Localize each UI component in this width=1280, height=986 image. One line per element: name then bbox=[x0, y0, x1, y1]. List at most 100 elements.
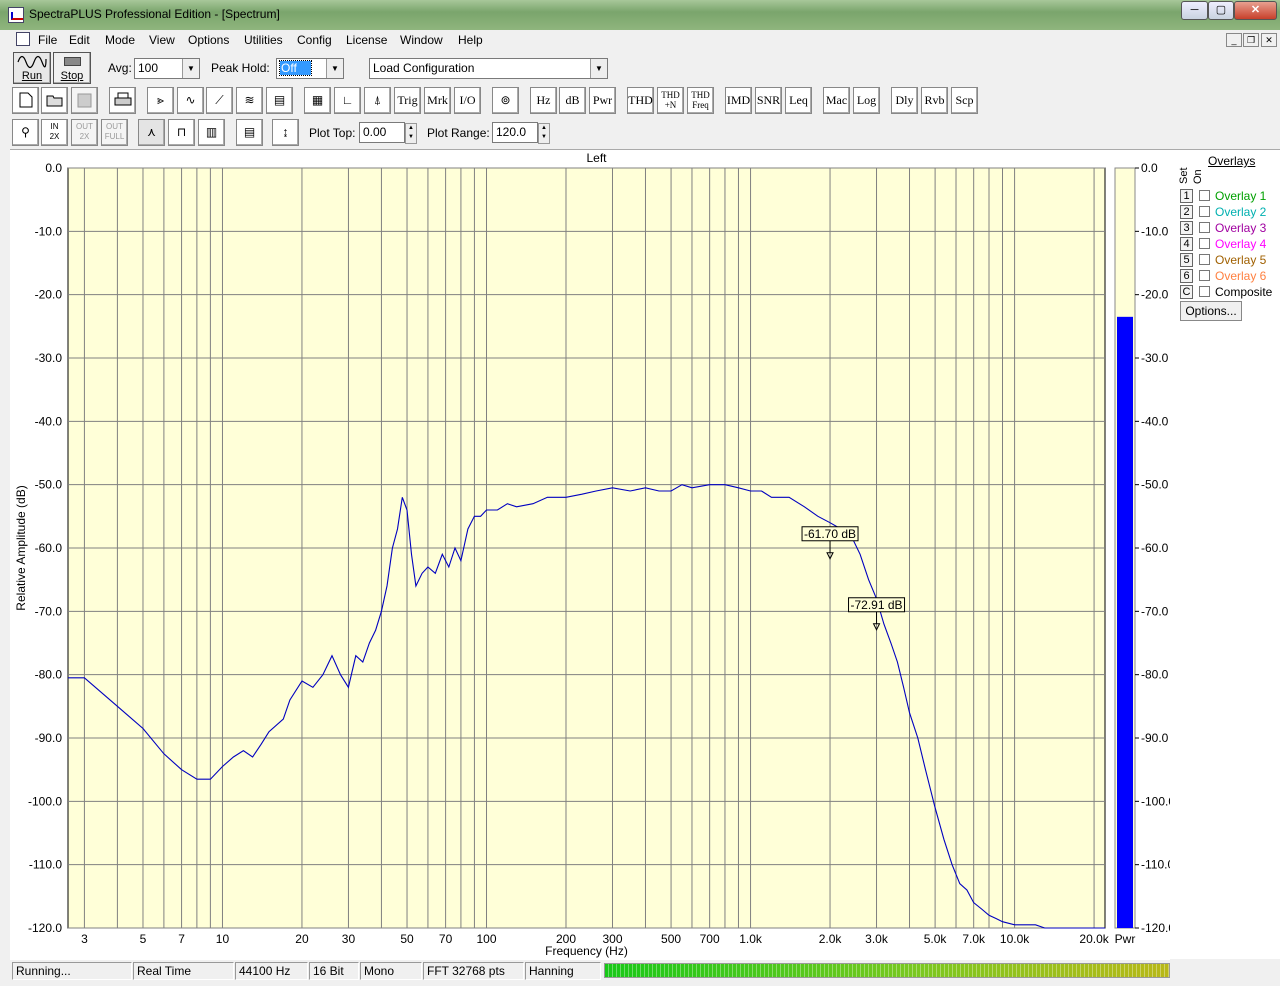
menu-view[interactable]: View bbox=[149, 33, 175, 47]
overlay-checkbox[interactable] bbox=[1199, 270, 1210, 281]
thd-freq-button[interactable]: THD Freq bbox=[687, 87, 714, 114]
load-configuration-select[interactable]: Load Configuration ▼ bbox=[369, 58, 608, 79]
x-tick-label: 10.0k bbox=[1000, 932, 1030, 946]
status-bar: Running... Real Time 44100 Hz 16 Bit Mon… bbox=[10, 960, 1280, 982]
power-tick-label: -50.0 bbox=[1141, 478, 1169, 492]
status-bits: 16 Bit bbox=[309, 962, 359, 980]
display-settings-button[interactable]: ▤ bbox=[236, 119, 263, 146]
spectrogram-button[interactable]: ≋ bbox=[236, 87, 263, 114]
mrk-button[interactable]: Mrk bbox=[424, 87, 451, 114]
menu-mode[interactable]: Mode bbox=[105, 33, 135, 47]
menu-help[interactable]: Help bbox=[458, 33, 483, 47]
3d-surface-button[interactable]: ▤ bbox=[266, 87, 293, 114]
zoom-out-2x-button[interactable]: OUT 2X bbox=[71, 119, 98, 146]
overlay-set-button[interactable]: 3 bbox=[1180, 221, 1193, 235]
overlay-checkbox[interactable] bbox=[1199, 238, 1210, 249]
spin-arrows-icon[interactable]: ▲ ▼ bbox=[405, 123, 417, 144]
leq-button[interactable]: Leq bbox=[785, 87, 812, 114]
spectrum-button[interactable]: ⟋ bbox=[206, 87, 233, 114]
overlay-set-button[interactable]: 1 bbox=[1180, 189, 1193, 203]
minimize-button[interactable]: ─ bbox=[1181, 1, 1208, 20]
overlay-checkbox[interactable] bbox=[1199, 206, 1210, 217]
thd-n-button[interactable]: THD +N bbox=[657, 87, 684, 114]
time-series-button[interactable]: ∿ bbox=[177, 87, 204, 114]
plot-range-input[interactable]: 120.0 ▲ ▼ bbox=[492, 122, 550, 144]
new-button[interactable] bbox=[12, 87, 39, 114]
avg-select[interactable]: 100 ▼ bbox=[134, 58, 200, 79]
generator-icon: ⍋ bbox=[373, 93, 382, 107]
menu-edit[interactable]: Edit bbox=[69, 33, 90, 47]
overlay-set-button[interactable]: 6 bbox=[1180, 269, 1193, 283]
overlays-title: Overlays bbox=[1208, 154, 1256, 168]
overlay-checkbox[interactable] bbox=[1199, 222, 1210, 233]
hz-button[interactable]: Hz bbox=[530, 87, 557, 114]
menu-config[interactable]: Config bbox=[297, 33, 332, 47]
dly-button[interactable]: Dly bbox=[891, 87, 918, 114]
document-icon[interactable] bbox=[16, 32, 30, 46]
thd-button[interactable]: THD bbox=[627, 87, 654, 114]
io-button[interactable]: I/O bbox=[454, 87, 481, 114]
overlay-set-button[interactable]: C bbox=[1180, 285, 1193, 299]
step-plot-button[interactable]: ⊓ bbox=[168, 119, 195, 146]
zoom-out-line1: OUT bbox=[76, 122, 93, 131]
scp-button[interactable]: Scp bbox=[951, 87, 978, 114]
power-tick-label: -40.0 bbox=[1141, 414, 1169, 428]
signal-generator-button[interactable]: ⍋ bbox=[364, 87, 391, 114]
menu-file[interactable]: File bbox=[38, 33, 57, 47]
menu-utilities[interactable]: Utilities bbox=[244, 33, 283, 47]
axes-button[interactable]: ∟ bbox=[334, 87, 361, 114]
overlay-checkbox[interactable] bbox=[1199, 286, 1210, 297]
overlay-set-button[interactable]: 4 bbox=[1180, 237, 1193, 251]
rvb-button[interactable]: Rvb bbox=[921, 87, 948, 114]
close-button[interactable]: ✕ bbox=[1234, 1, 1277, 20]
printer-icon bbox=[114, 92, 131, 106]
overlay-set-button[interactable]: 5 bbox=[1180, 253, 1193, 267]
chevron-down-icon: ▼ bbox=[182, 59, 199, 78]
scale-button[interactable]: ↨ bbox=[272, 119, 299, 146]
peak-hold-select[interactable]: Off ▼ bbox=[276, 58, 344, 79]
app-icon[interactable] bbox=[8, 7, 24, 23]
thd-freq-line1: THD bbox=[691, 90, 710, 100]
zoom-out-full-button[interactable]: OUT FULL bbox=[101, 119, 128, 146]
title-bar[interactable]: SpectraPLUS Professional Edition - [Spec… bbox=[0, 0, 1280, 30]
stop-button[interactable]: Stop bbox=[53, 52, 91, 84]
open-button[interactable] bbox=[41, 87, 68, 114]
zoom-in-line1: IN bbox=[50, 122, 59, 131]
spin-arrows-icon[interactable]: ▲ ▼ bbox=[538, 123, 550, 144]
overlay-set-button[interactable]: 2 bbox=[1180, 205, 1193, 219]
imd-button[interactable]: IMD bbox=[725, 87, 752, 114]
snr-button[interactable]: SNR bbox=[755, 87, 782, 114]
overlay-checkbox[interactable] bbox=[1199, 190, 1210, 201]
menu-license[interactable]: License bbox=[346, 33, 387, 47]
menu-window[interactable]: Window bbox=[400, 33, 443, 47]
run-button[interactable]: Run bbox=[13, 52, 51, 84]
pwr-button[interactable]: Pwr bbox=[589, 87, 616, 114]
bar-plot-button[interactable]: ▥ bbox=[198, 119, 225, 146]
bar-plot-icon: ▥ bbox=[205, 125, 218, 139]
mdi-minimize-button[interactable]: _ bbox=[1226, 33, 1242, 47]
mac-button[interactable]: Mac bbox=[823, 87, 850, 114]
spectrum-chart[interactable]: Left 0.0 -10.0 -20.0 -30.0 -40.0 -50.0 -60.0 -70… bbox=[10, 150, 1170, 960]
overlay-checkbox[interactable] bbox=[1199, 254, 1210, 265]
print-button[interactable] bbox=[109, 87, 136, 114]
fast-forward-button[interactable]: ⪢ bbox=[147, 87, 174, 114]
line-plot-button[interactable]: ⋏ bbox=[138, 119, 165, 146]
x-tick-label: 20.0k bbox=[1079, 932, 1109, 946]
trig-button[interactable]: Trig bbox=[394, 87, 421, 114]
mdi-close-button[interactable]: ✕ bbox=[1261, 33, 1277, 47]
plot-range-label: Plot Range: bbox=[427, 126, 490, 140]
plot-top-input[interactable]: 0.00 ▲ ▼ bbox=[359, 122, 417, 144]
menu-options[interactable]: Options bbox=[188, 33, 229, 47]
power-meter-fill bbox=[1117, 316, 1133, 928]
mdi-restore-button[interactable]: ❐ bbox=[1243, 33, 1259, 47]
zoom-button[interactable]: ⚲ bbox=[12, 119, 39, 146]
sine-wave-icon bbox=[17, 55, 47, 69]
overlay-options-button[interactable]: Options... bbox=[1180, 301, 1242, 321]
oscilloscope-button[interactable]: ⊚ bbox=[492, 87, 519, 114]
db-button[interactable]: dB bbox=[559, 87, 586, 114]
zoom-in-2x-button[interactable]: IN 2X bbox=[41, 119, 68, 146]
log-button[interactable]: Log bbox=[853, 87, 880, 114]
maximize-button[interactable]: ▢ bbox=[1208, 1, 1234, 20]
save-button[interactable] bbox=[71, 87, 98, 114]
plot-properties-button[interactable]: ▦ bbox=[304, 87, 331, 114]
